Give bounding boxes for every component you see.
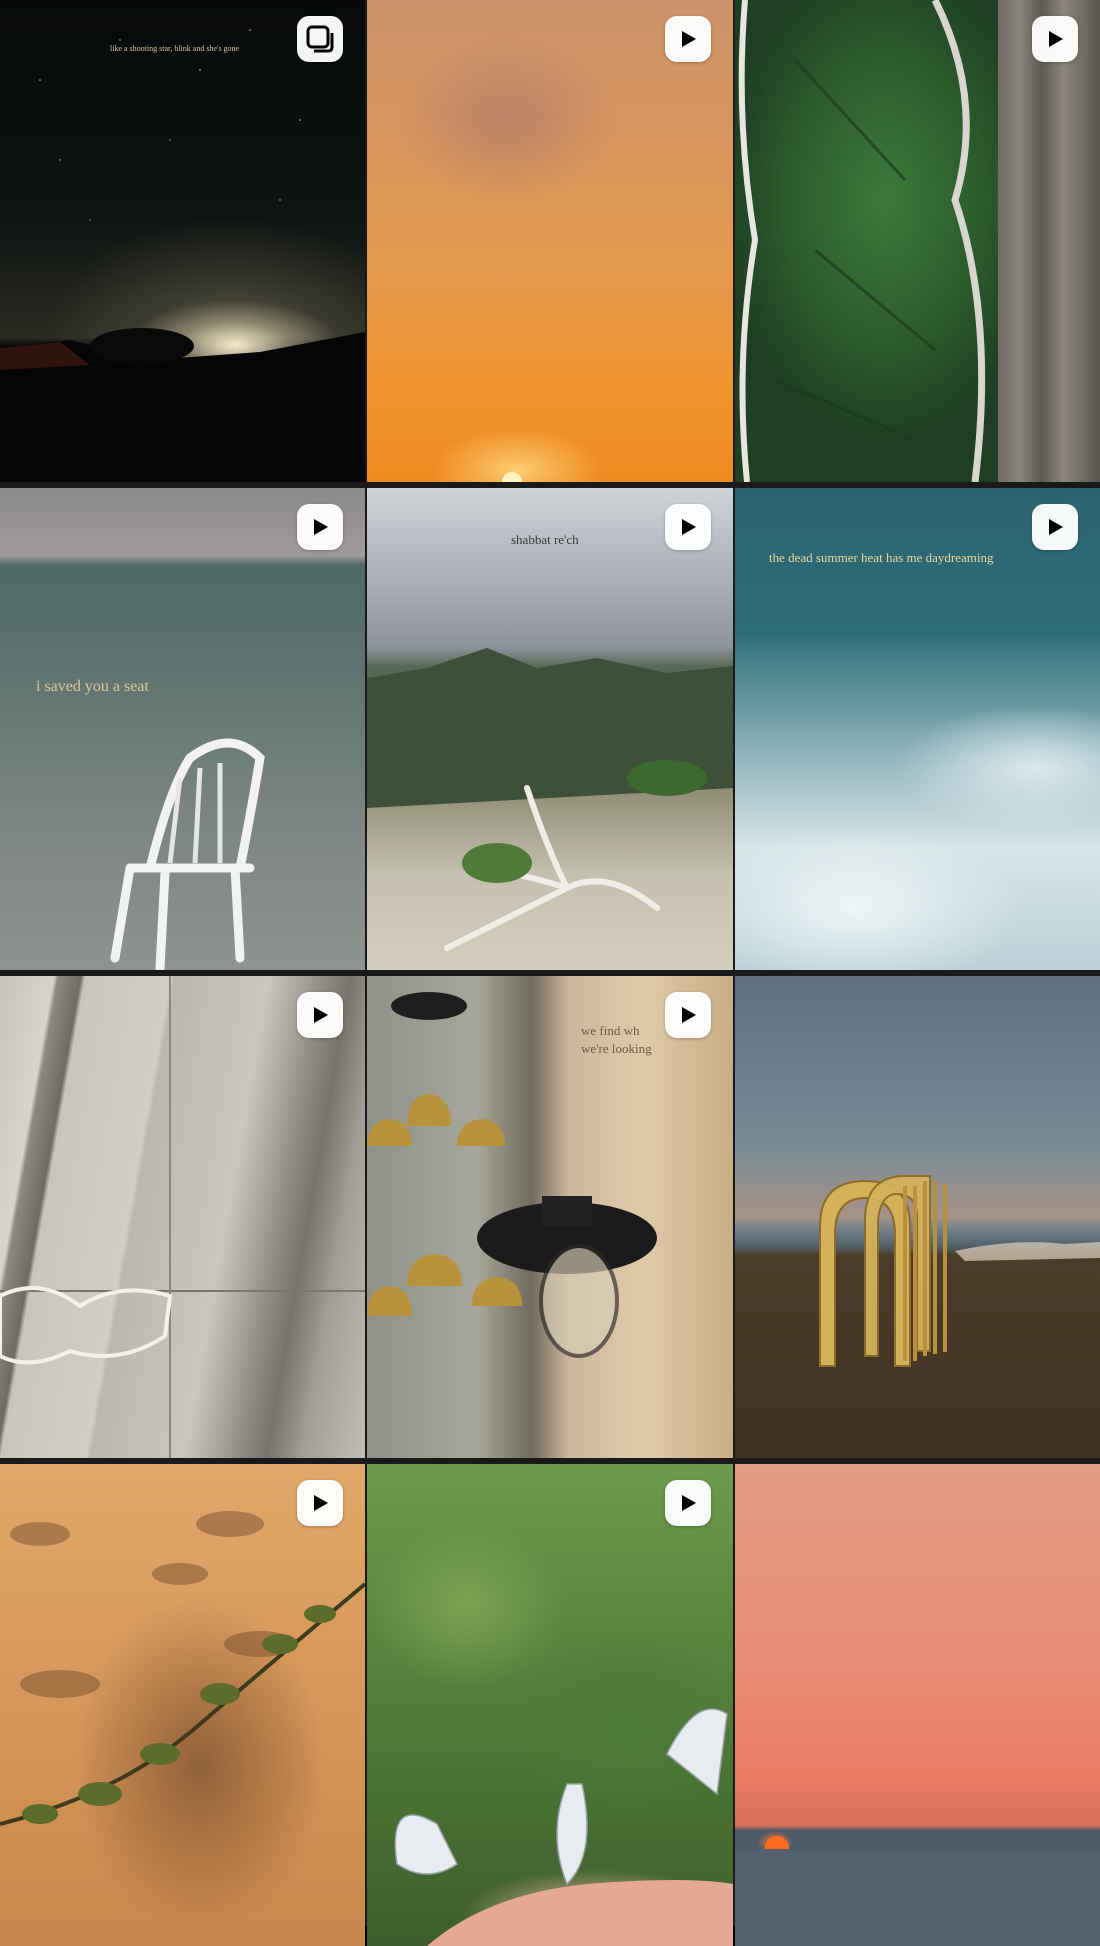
grid-tile-12[interactable] [735,1464,1100,1946]
post-caption: i saved you a seat [36,678,149,695]
post-grid: like a shooting star, blink and she's go… [0,0,1100,1946]
grid-tile-11[interactable] [367,1464,733,1946]
post-caption: shabbat re'ch [511,532,579,547]
mirror-plant-photo [735,0,1100,482]
grid-tile-9[interactable] [735,976,1100,1458]
play-icon [665,16,711,62]
grid-tile-8[interactable]: we find wh we're looking [367,976,733,1458]
grid-tile-3[interactable] [735,0,1100,482]
golden-arches-photo [735,976,1100,1458]
grid-tile-7[interactable] [0,976,365,1458]
play-icon [297,1480,343,1526]
grid-tile-10[interactable] [0,1464,365,1946]
play-icon [665,504,711,550]
play-icon [297,992,343,1038]
night-sky-photo [0,0,365,482]
post-caption: we find wh we're looking [581,1023,652,1056]
play-icon [297,504,343,550]
play-icon [665,992,711,1038]
grid-tile-5[interactable]: shabbat re'ch [367,488,733,970]
wind-chimes-photo [367,976,733,1458]
grid-tile-6[interactable]: the dead summer heat has me daydreaming [735,488,1100,970]
grid-tile-1[interactable]: like a shooting star, blink and she's go… [0,0,365,482]
play-icon [1032,16,1078,62]
shadow-wall-photo [0,976,365,1458]
orange-sky-photo [367,0,733,482]
multiple-posts-icon [297,16,343,62]
sea-sunset-photo [735,1464,1100,1946]
play-icon [1032,504,1078,550]
butterflies-hand-photo [367,1464,733,1946]
grid-tile-4[interactable]: i saved you a seat [0,488,365,970]
play-icon [665,1480,711,1526]
sea-chair-photo [0,488,365,970]
post-caption: the dead summer heat has me daydreaming [769,550,994,565]
mountain-driftwood-photo [367,488,733,970]
grid-tile-2[interactable] [367,0,733,482]
post-caption: like a shooting star, blink and she's go… [110,44,240,53]
leaf-shadow-photo [0,1464,365,1946]
